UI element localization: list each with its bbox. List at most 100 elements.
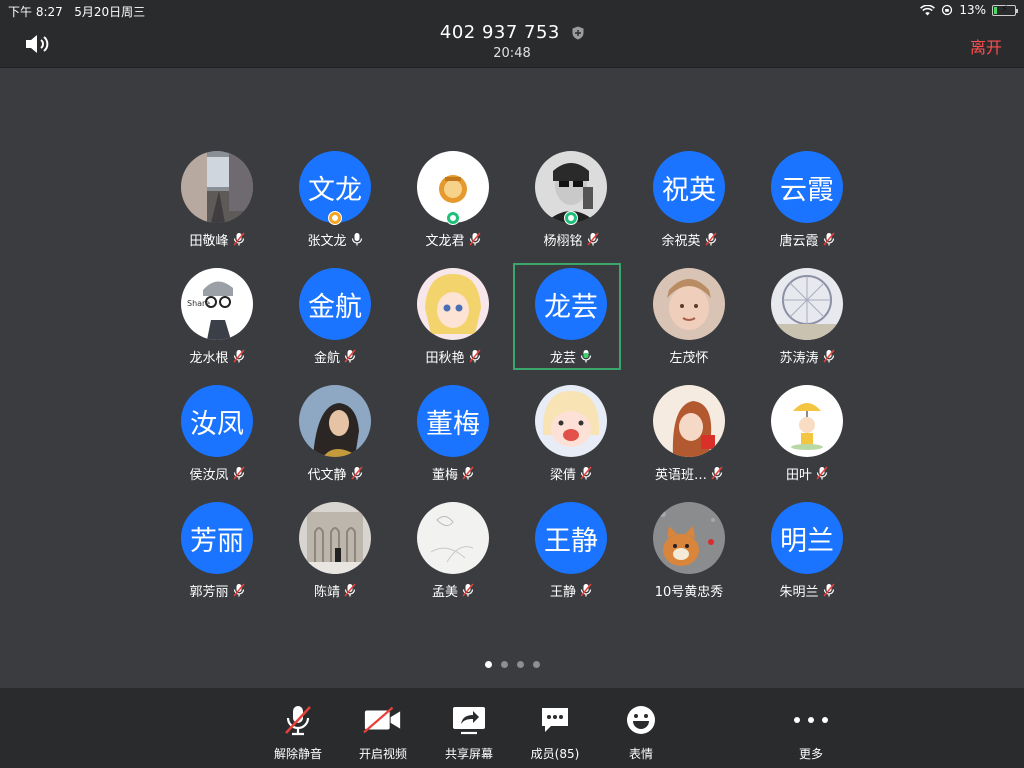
mic-muted-icon [232, 349, 245, 363]
participant-name: 朱明兰 [779, 584, 819, 600]
avatar-photo [535, 385, 607, 457]
battery-fill [994, 6, 997, 14]
participant-name: 田敬峰 [189, 233, 229, 249]
page-dot[interactable] [500, 661, 508, 668]
video-off-icon [363, 702, 403, 738]
mic-muted-icon [462, 466, 474, 480]
status-date: 5月20日周三 [74, 5, 146, 19]
participant-tile[interactable]: 金航 金航 [276, 263, 394, 380]
participant-name-row: 孟美 [394, 581, 512, 600]
reaction-label: 表情 [628, 747, 653, 761]
avatar-initials: 董梅 [417, 385, 489, 457]
participant-name-row: 代文静 [276, 464, 394, 483]
participant-tile[interactable]: 苏涛涛 [748, 263, 866, 380]
mic-muted-icon [704, 232, 717, 246]
participant-name-row: 龙水根 [158, 347, 276, 366]
participant-tile[interactable]: 10号黄忠秀 [630, 497, 748, 614]
participant-tile[interactable]: 祝英 余祝英 [630, 146, 748, 263]
participant-name-row: 郭芳丽 [158, 581, 276, 600]
avatar-photo [417, 268, 489, 340]
participant-name: 代文静 [307, 467, 347, 483]
participant-name-row: 英语班… [630, 464, 748, 483]
avatar-initials: 金航 [299, 268, 371, 340]
start-video-button[interactable]: 开启视频 [343, 688, 423, 768]
participant-name: 英语班… [654, 467, 707, 483]
avatar-photo [653, 385, 725, 457]
page-dot[interactable] [484, 661, 492, 668]
participant-tile[interactable]: 梁倩 [512, 380, 630, 497]
participant-tile[interactable]: 龙芸 龙芸 [512, 263, 630, 380]
participant-name-row: 余祝英 [630, 230, 748, 249]
avatar-photo [181, 151, 253, 223]
participant-name: 梁倩 [549, 467, 576, 483]
mic-muted-icon [462, 583, 474, 597]
participant-tile[interactable]: 杨栩铭 [512, 146, 630, 263]
svg-text:Share: Share [187, 299, 210, 308]
participant-tile[interactable]: 田叶 [748, 380, 866, 497]
participant-tile[interactable]: 陈靖 [276, 497, 394, 614]
participant-tile[interactable]: 董梅 董梅 [394, 380, 512, 497]
avatar-photo [299, 385, 371, 457]
leave-button[interactable]: 离开 [970, 34, 1002, 58]
avatar-photo [417, 502, 489, 574]
participant-name: 孟美 [431, 584, 458, 600]
participant-name-row: 10号黄忠秀 [630, 581, 748, 600]
mic-muted-icon [350, 466, 363, 480]
status-right: 13% ⚡ [920, 3, 1018, 17]
participant-tile[interactable]: 芳丽 郭芳丽 [158, 497, 276, 614]
cohost-badge-icon [564, 211, 578, 225]
participant-tile[interactable]: 代文静 [276, 380, 394, 497]
participant-name-row: 田敬峰 [158, 230, 276, 249]
meeting-header: 402 937 753 20:48 离开 [0, 20, 1024, 68]
participant-name-row: 董梅 [394, 464, 512, 483]
participant-name-row: 文龙君 [394, 230, 512, 249]
participant-tile[interactable]: Share 龙水根 [158, 263, 276, 380]
avatar-initials: 明兰 [771, 502, 843, 574]
participant-tile[interactable]: 左茂怀 [630, 263, 748, 380]
avatar-photo [299, 502, 371, 574]
avatar-photo [771, 268, 843, 340]
members-button[interactable]: 成员(85) [515, 688, 595, 768]
participant-tile[interactable]: 云霞 唐云霞 [748, 146, 866, 263]
mic-muted-icon [586, 232, 599, 246]
participant-tile[interactable]: 明兰朱明兰 [748, 497, 866, 614]
mic-muted-icon [580, 466, 592, 480]
battery-icon: ⚡ [992, 4, 1018, 16]
participant-tile[interactable]: 汝凤 侯汝凤 [158, 380, 276, 497]
participant-tile[interactable]: 王静 王静 [512, 497, 630, 614]
participant-tile[interactable]: 英语班… [630, 380, 748, 497]
rotation-lock-icon [942, 4, 953, 16]
participant-tile[interactable]: 孟美 [394, 497, 512, 614]
participant-name: 苏涛涛 [779, 350, 819, 366]
page-indicator[interactable] [0, 661, 1024, 668]
participant-tile[interactable]: 文龙 张文龙 [276, 146, 394, 263]
page-dot[interactable] [532, 661, 540, 668]
participant-grid: 田敬峰 文龙 张文龙 文龙君 杨栩铭 祝英 余祝英 云霞唐云霞 Share 龙水根 金航 金航 田秋艳龙… [158, 146, 866, 614]
mic-muted-icon [822, 232, 835, 246]
participant-name-row: 唐云霞 [748, 230, 866, 249]
mic-muted-icon [232, 583, 245, 597]
reaction-button[interactable]: 表情 [601, 688, 681, 768]
participant-name-row: 陈靖 [276, 581, 394, 600]
avatar-photo [771, 385, 843, 457]
participant-name-row: 苏涛涛 [748, 347, 866, 366]
participant-name: 左茂怀 [669, 350, 709, 366]
participant-name: 陈靖 [313, 584, 340, 600]
participant-name-row: 杨栩铭 [512, 230, 630, 249]
more-label: 更多 [798, 747, 823, 761]
more-button[interactable]: 更多 [771, 688, 851, 768]
participant-tile[interactable]: 文龙君 [394, 146, 512, 263]
unmute-label: 解除静音 [273, 747, 322, 761]
battery-percent: 13% [959, 3, 986, 17]
participant-tile[interactable]: 田敬峰 [158, 146, 276, 263]
participant-name: 田叶 [785, 467, 812, 483]
mic-on-icon [351, 232, 363, 246]
participant-name-row: 左茂怀 [630, 347, 748, 366]
page-dot[interactable] [516, 661, 524, 668]
share-screen-button[interactable]: 共享屏幕 [429, 688, 509, 768]
unmute-button[interactable]: 解除静音 [258, 688, 338, 768]
share-screen-icon [449, 702, 489, 738]
avatar-initials: 云霞 [771, 151, 843, 223]
participant-tile[interactable]: 田秋艳 [394, 263, 512, 380]
avatar-initials: 王静 [535, 502, 607, 574]
